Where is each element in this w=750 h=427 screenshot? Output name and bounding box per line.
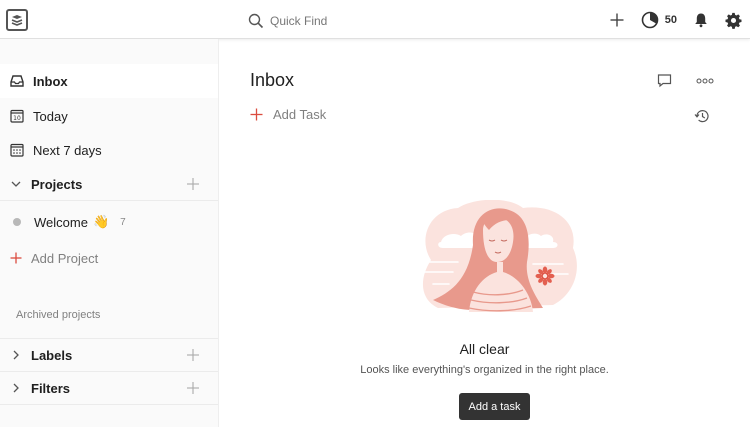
project-color-dot (13, 218, 21, 226)
add-filter-plus-icon[interactable] (186, 381, 200, 395)
add-label-plus-icon[interactable] (186, 348, 200, 362)
plus-icon (250, 108, 263, 121)
bell-icon[interactable] (693, 12, 709, 28)
sidebar-item-inbox[interactable]: Inbox (0, 64, 218, 98)
chevron-down-icon (11, 181, 21, 187)
project-item-welcome[interactable]: Welcome 👋 7 (0, 205, 218, 239)
sidebar-item-label: Inbox (33, 73, 68, 89)
sidebar-item-label: Today (33, 108, 68, 124)
calendar-week-icon (10, 143, 24, 157)
inbox-icon (10, 75, 24, 87)
sidebar: Inbox 10 Today Next 7 days Projects Welc… (0, 39, 219, 427)
sidebar-item-label: Next 7 days (33, 142, 102, 158)
empty-state-subtitle: Looks like everything's organized in the… (360, 364, 609, 376)
filters-section-toggle[interactable]: Filters (0, 371, 218, 405)
search-input[interactable]: Quick Find (270, 14, 327, 28)
project-emoji: 👋 (92, 214, 110, 229)
labels-label: Labels (31, 347, 73, 363)
empty-state-illustration (422, 200, 577, 312)
sidebar-item-today[interactable]: 10 Today (0, 99, 218, 133)
calendar-today-icon: 10 (10, 109, 24, 123)
page-title: Inbox (250, 70, 295, 90)
karma-button[interactable]: 50 (641, 11, 677, 29)
top-bar: Quick Find 50 (0, 0, 750, 39)
add-project-plus-icon[interactable] (186, 177, 200, 191)
add-task-label: Add Task (273, 107, 327, 122)
project-label: Welcome (34, 214, 88, 230)
project-task-count: 7 (120, 216, 126, 228)
divider (0, 404, 218, 405)
app-logo-icon[interactable] (6, 9, 28, 31)
view-actions (657, 73, 714, 88)
chevron-right-icon (13, 350, 19, 360)
top-actions: 50 (609, 8, 742, 32)
chevron-right-icon (13, 383, 19, 393)
sidebar-item-next-7-days[interactable]: Next 7 days (0, 133, 218, 167)
plus-icon (10, 252, 22, 264)
empty-state-title: All clear (459, 341, 510, 357)
add-a-task-button[interactable]: Add a task (459, 393, 530, 420)
add-task-button[interactable]: Add Task (250, 107, 326, 122)
main-content: Inbox Add Task All clear Looks like ever… (219, 39, 750, 427)
karma-count: 50 (664, 14, 677, 26)
add-project-label: Add Project (31, 250, 99, 266)
divider (0, 200, 218, 201)
more-options-icon[interactable] (696, 78, 714, 84)
calendar-day-number: 10 (13, 115, 21, 122)
add-project-button[interactable]: Add Project (0, 241, 218, 275)
quick-find-search[interactable]: Quick Find (248, 10, 327, 32)
labels-section-toggle[interactable]: Labels (0, 338, 218, 372)
add-icon[interactable] (609, 12, 625, 28)
archived-projects-link[interactable]: Archived projects (16, 309, 100, 321)
projects-label: Projects (31, 176, 83, 192)
karma-icon (641, 11, 659, 29)
filters-label: Filters (31, 380, 71, 396)
gear-icon[interactable] (725, 12, 742, 29)
activity-history-icon[interactable] (694, 108, 710, 124)
projects-section-toggle[interactable]: Projects (0, 167, 218, 201)
search-icon (248, 13, 264, 29)
comment-icon[interactable] (657, 73, 672, 88)
